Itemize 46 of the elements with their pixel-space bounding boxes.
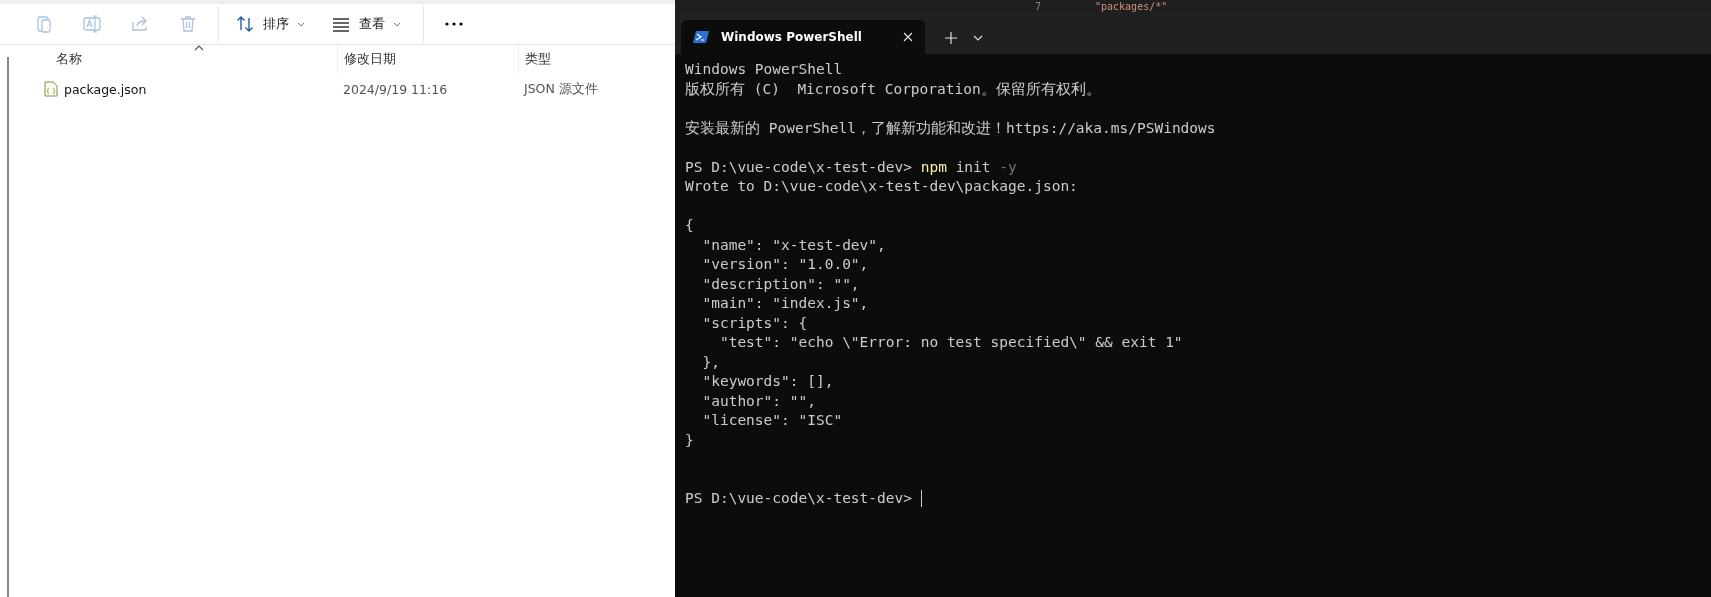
terminal-line: PS D:\vue-code\x-test-dev> npm init -y: [685, 157, 1017, 177]
close-icon[interactable]: [903, 32, 913, 42]
terminal-line: "name": "x-test-dev",: [701, 235, 886, 255]
trash-icon: [178, 14, 198, 34]
terminal-line: {: [685, 216, 694, 235]
terminal-line: "main": "index.js",: [701, 294, 869, 313]
terminal-line: Wrote to D:\vue-code\x-test-dev\package.json:: [685, 177, 1078, 196]
file-row[interactable]: package.json 2024/9/19 11:16 JSON 源文件: [19, 75, 675, 103]
line-number: 7: [1035, 0, 1043, 12]
terminal-line: Windows PowerShell: [685, 60, 843, 79]
terminal-line: "version": "1.0.0",: [701, 255, 869, 274]
terminal-line: "description": "",: [701, 274, 860, 294]
terminal-line: "license": "ISC": [701, 411, 843, 430]
file-icon: [44, 81, 58, 97]
terminal-line: "test": "echo \"Error: no test specified\" && exit 1": [718, 333, 1183, 352]
scrollbar[interactable]: [7, 57, 9, 597]
share-icon: [130, 14, 150, 34]
column-header[interactable]: 类型: [518, 45, 648, 73]
terminal-line: "author": "",: [701, 391, 816, 411]
terminal-line: },: [701, 352, 720, 372]
file-type: JSON 源文件: [524, 80, 598, 98]
column-header[interactable]: 修改日期: [337, 45, 518, 73]
code-line: "packages/*": [1095, 0, 1168, 12]
dropdown-icon[interactable]: [973, 35, 983, 41]
tab-title: Windows PowerShell: [721, 30, 863, 44]
sort-menu-button[interactable]: 排序: [225, 6, 315, 42]
plus-icon[interactable]: [945, 32, 957, 44]
terminal-line: 安装最新的 PowerShell，了解新功能和改进！https://aka.ms/PSWindows: [685, 118, 1216, 138]
powershell-icon: [693, 30, 709, 44]
rename-icon: [82, 14, 102, 34]
file-name: package.json: [64, 81, 147, 97]
sort-icon: [235, 14, 255, 34]
caret-icon: [393, 21, 401, 27]
terminal-line: PS D:\vue-code\x-test-dev>: [685, 489, 913, 508]
terminal-line: "scripts": {: [701, 313, 808, 333]
terminal-line: }: [685, 430, 694, 450]
clipboard-icon: [34, 14, 54, 34]
view-menu-button[interactable]: 查看: [321, 6, 411, 42]
modified-date: 2024/9/19 11:16: [343, 81, 448, 97]
more-icon: [445, 22, 463, 26]
sort-caret-icon: [194, 45, 204, 51]
column-header[interactable]: 名称: [19, 45, 337, 73]
caret-icon: [297, 21, 305, 27]
terminal-tab[interactable]: Windows PowerShell: [681, 20, 925, 54]
terminal-line: 版权所有 (C) Microsoft Corporation。保留所有权利。: [685, 79, 1101, 99]
terminal-line: "keywords": [],: [701, 372, 834, 391]
